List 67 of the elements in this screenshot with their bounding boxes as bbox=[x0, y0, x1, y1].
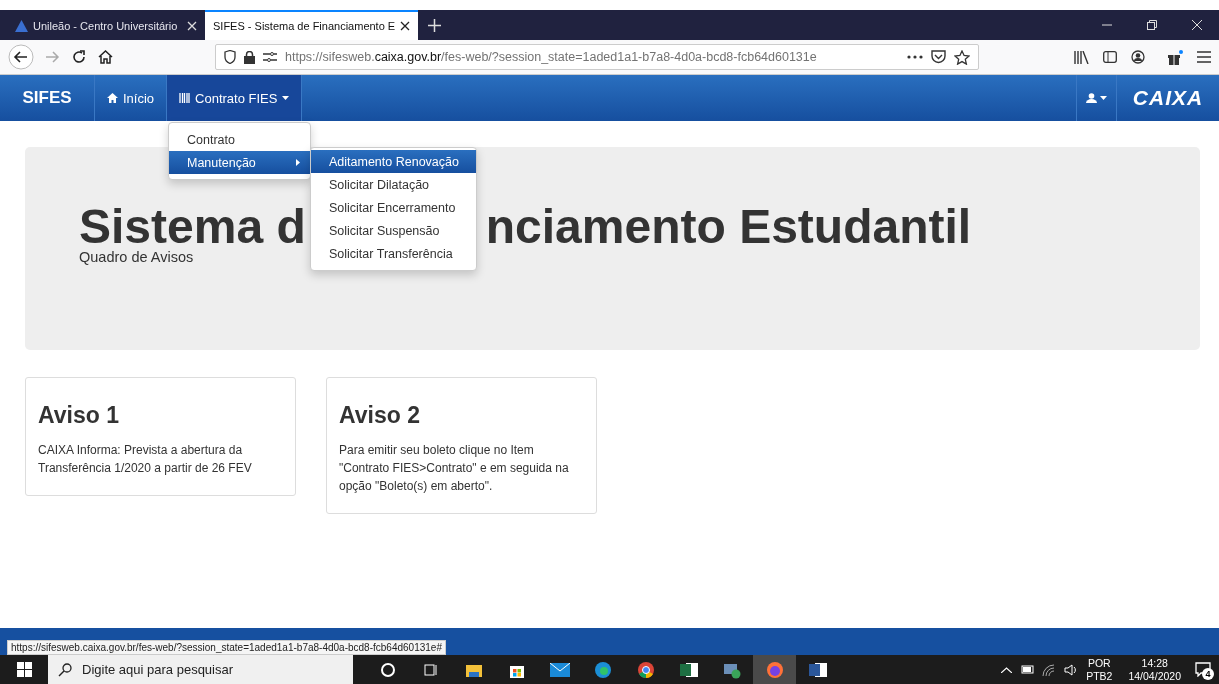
swirl-icon bbox=[593, 660, 612, 679]
card-title: Aviso 2 bbox=[339, 402, 421, 429]
chrome-icon bbox=[636, 660, 655, 679]
restore-icon bbox=[1146, 20, 1157, 30]
browser-tab[interactable]: SIFES - Sistema de Financiamento E bbox=[205, 10, 419, 40]
browser-tab[interactable]: Unileão - Centro Universitário bbox=[7, 10, 205, 40]
lock-icon bbox=[244, 50, 255, 64]
brand-name[interactable]: SIFES bbox=[0, 75, 95, 121]
speaker-icon[interactable] bbox=[1064, 663, 1079, 676]
menu-item[interactable]: Solicitar Encerramento bbox=[311, 196, 476, 219]
close-icon[interactable] bbox=[400, 21, 411, 31]
caret-icon bbox=[1100, 96, 1107, 100]
search-icon bbox=[58, 662, 72, 677]
back-button[interactable] bbox=[8, 44, 34, 70]
notifications-button[interactable]: 4 bbox=[1195, 662, 1211, 677]
user-icon bbox=[1086, 93, 1097, 103]
menu-item[interactable]: Manutenção bbox=[169, 151, 310, 174]
more-icon[interactable] bbox=[907, 55, 923, 59]
house-icon bbox=[107, 93, 118, 103]
spreadsheet-icon bbox=[679, 661, 698, 678]
home-button[interactable] bbox=[98, 50, 113, 64]
url-text: https://sifesweb.caixa.gov.br/fes-web/?session_state=1aded1a1-b7a8-4d0a-bcd8-fcb64d60131e bbox=[285, 50, 818, 64]
wifi-icon[interactable] bbox=[1042, 663, 1057, 676]
gift-icon[interactable] bbox=[1167, 49, 1183, 65]
minimize-icon bbox=[1101, 24, 1112, 26]
reload-button[interactable] bbox=[72, 50, 86, 64]
taskbar-search-field[interactable]: Digite aqui para pesquisar bbox=[48, 655, 353, 684]
keyboard-layout-label[interactable]: PTB2 bbox=[1086, 669, 1113, 683]
task-view-icon bbox=[422, 661, 439, 678]
document-icon bbox=[808, 661, 827, 678]
battery-icon[interactable] bbox=[1020, 665, 1035, 674]
menu-item[interactable]: Aditamento Renovação bbox=[311, 150, 476, 173]
nav-item[interactable]: Contrato FIES bbox=[167, 75, 303, 121]
sidebar-icon[interactable] bbox=[1103, 51, 1117, 63]
card-text: CAIXA Informa: Prevista a abertura da Transferência 1/2020 a partir de 26 FEV bbox=[38, 442, 253, 477]
language-label[interactable]: POR bbox=[1087, 656, 1111, 670]
clock-date[interactable]: 14/04/2020 bbox=[1128, 669, 1181, 683]
address-bar[interactable]: https://sifesweb.caixa.gov.br/fes-web/?session_state=1aded1a1-b7a8-4d0a-bcd8-fcb64d60131e bbox=[215, 44, 979, 70]
logo: CAIXA bbox=[1116, 75, 1219, 121]
menu-item[interactable]: Solicitar Dilatação bbox=[311, 173, 476, 196]
menu-item[interactable]: Solicitar Suspensão bbox=[311, 219, 476, 242]
circle-icon bbox=[379, 661, 396, 678]
caret-icon bbox=[282, 96, 290, 100]
card-text: Para emitir seu boleto clique no Item "Contrato FIES>Contrato" e em seguida na opção "Boleto(s) em aberto". bbox=[339, 442, 570, 495]
status-url: https://sifesweb.caixa.gov.br/fes-web/?session_state=1aded1a1-b7a8-4d0a-bcd8-fcb64d60131e# bbox=[7, 640, 446, 655]
windows-icon bbox=[16, 662, 32, 677]
close-icon bbox=[1191, 20, 1202, 30]
clock-time[interactable]: 14:28 bbox=[1141, 656, 1168, 670]
pocket-icon[interactable] bbox=[931, 50, 946, 64]
card-title: Aviso 1 bbox=[38, 402, 120, 429]
library-icon[interactable] bbox=[1074, 50, 1089, 64]
plus-icon bbox=[428, 18, 442, 32]
firefox-icon bbox=[765, 660, 784, 679]
menu-item[interactable]: Contrato bbox=[169, 128, 310, 151]
barcode-icon bbox=[179, 93, 191, 103]
pyramid-icon bbox=[15, 20, 28, 32]
envelope-icon bbox=[549, 662, 570, 677]
menu-icon[interactable] bbox=[1197, 51, 1211, 63]
menu-item[interactable]: Solicitar Transferência bbox=[311, 242, 476, 265]
sliders-icon bbox=[263, 52, 277, 62]
account-icon[interactable] bbox=[1131, 50, 1145, 64]
notification-count: 4 bbox=[1202, 668, 1214, 680]
chevron-up-icon[interactable] bbox=[1001, 666, 1013, 673]
subtitle: Quadro de Avisos bbox=[79, 248, 194, 265]
star-icon[interactable] bbox=[954, 49, 970, 65]
shield-icon bbox=[224, 50, 236, 64]
page-title: nciamento Estudantil bbox=[485, 201, 972, 254]
